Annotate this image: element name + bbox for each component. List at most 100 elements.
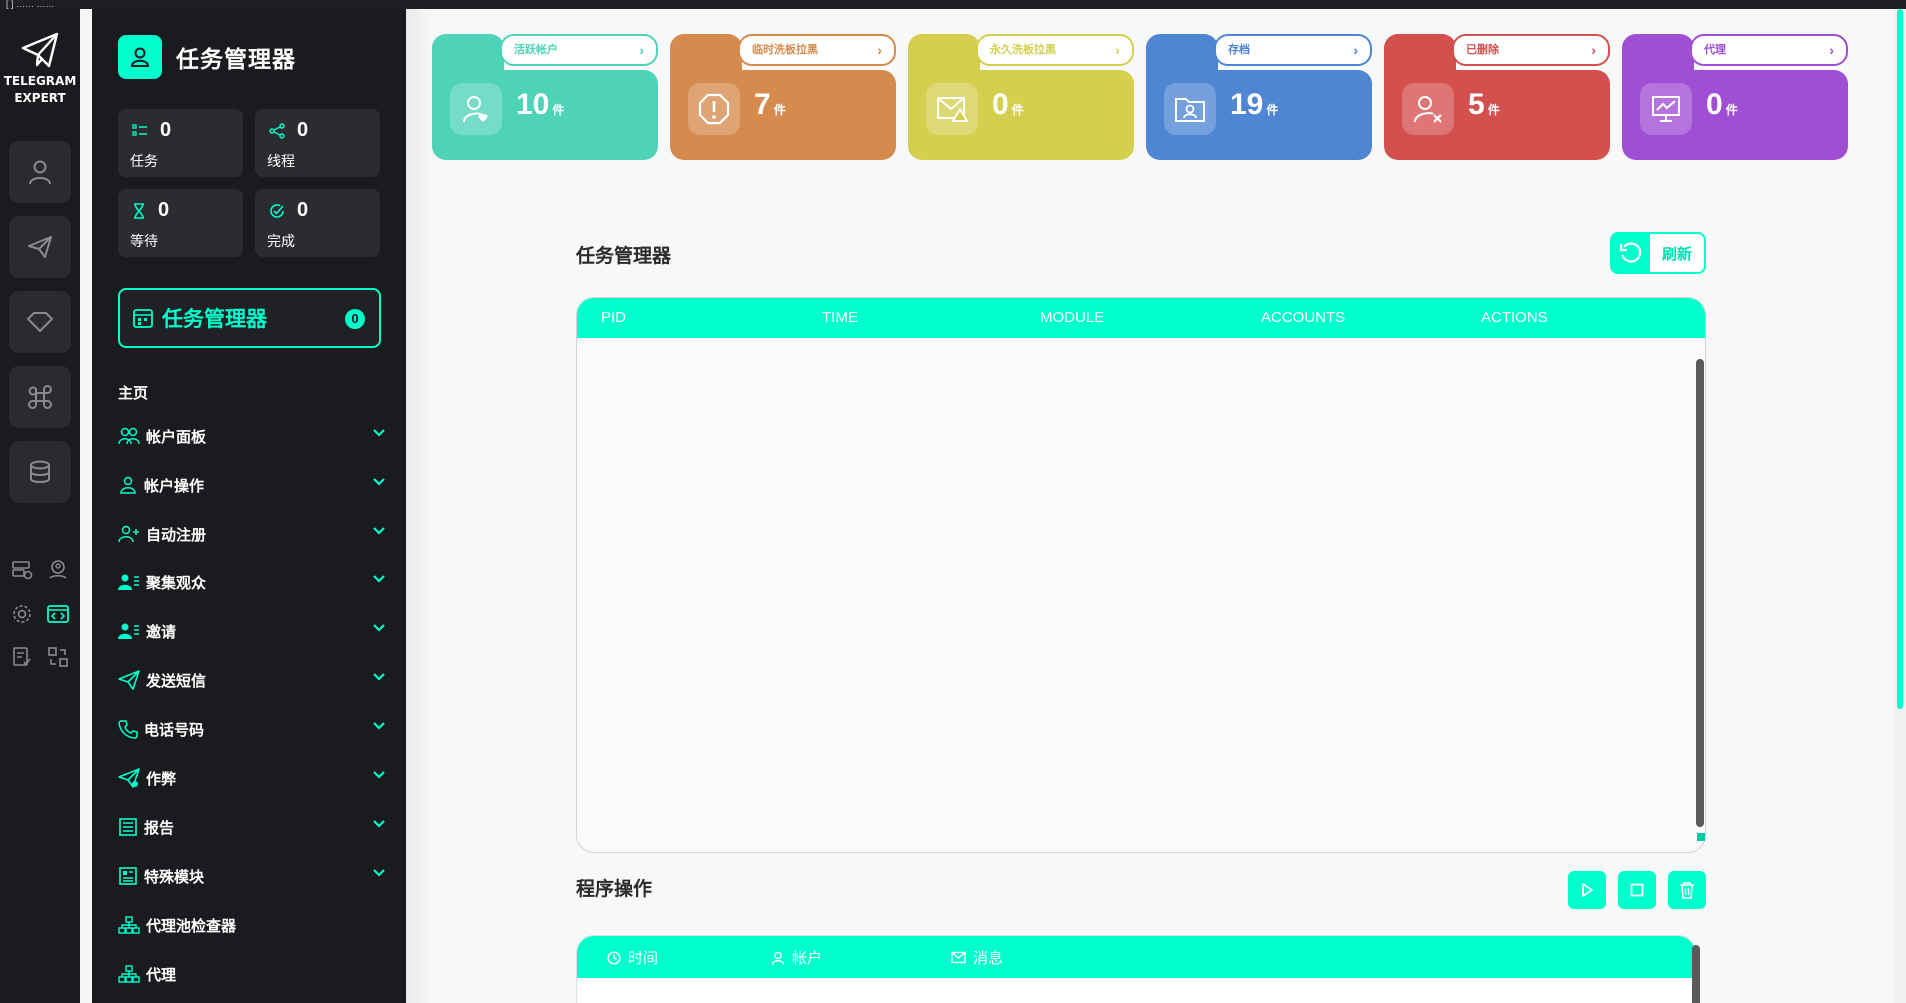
log-table-header: 时间 帐户 消息 xyxy=(577,936,1695,978)
card-label-pill[interactable]: 临时洗板拉黑 › xyxy=(738,34,896,66)
nav-item-label: 代理池检查器 xyxy=(146,917,237,935)
stat-value: 0 xyxy=(158,199,170,221)
card-deleted[interactable]: 已删除 › 5件 xyxy=(1384,34,1610,160)
card-value: 7件 xyxy=(754,88,786,121)
stop-button[interactable] xyxy=(1618,871,1656,909)
stat-label: 等待 xyxy=(130,233,158,249)
card-label-pill[interactable]: 活跃帐户 › xyxy=(500,34,658,66)
app-logo: TELEGRAM EXPERT xyxy=(0,31,80,107)
code-window-icon[interactable] xyxy=(45,601,71,627)
card-label: 存档 xyxy=(1228,44,1250,56)
nav-item-invite[interactable]: 邀请 xyxy=(118,618,386,644)
server-check-icon[interactable] xyxy=(9,557,35,583)
nav-item-send-sms[interactable]: 发送短信 xyxy=(118,667,386,693)
nav-item-cheat[interactable]: 作弊 xyxy=(118,765,386,791)
resize-handle[interactable] xyxy=(1697,833,1705,841)
rail-button-diamond[interactable] xyxy=(9,291,71,353)
stat-threads: 0 线程 xyxy=(255,109,380,177)
network-icon xyxy=(118,965,140,983)
chevron-down-icon xyxy=(373,575,385,583)
card-label-pill[interactable]: 已删除 › xyxy=(1452,34,1610,66)
sidebar: 任务管理器 0 任务 0 线程 0 等待 0 完成 任务管理器 0 主页 帐户面… xyxy=(92,9,406,1003)
card-label-pill[interactable]: 永久洗板拉黑 › xyxy=(976,34,1134,66)
report-icon xyxy=(119,818,137,836)
nav-item-auto-register[interactable]: 自动注册 xyxy=(118,521,386,547)
card-label: 已删除 xyxy=(1466,44,1499,56)
card-proxy[interactable]: 代理 › 0件 xyxy=(1622,34,1848,160)
column-header[interactable]: PID xyxy=(601,309,626,326)
calendar-icon xyxy=(133,309,153,328)
card-label: 临时洗板拉黑 xyxy=(752,44,818,56)
stat-done: 0 完成 xyxy=(255,189,380,257)
network-icon xyxy=(118,916,140,934)
column-header[interactable]: TIME xyxy=(822,309,858,326)
monitor-icon xyxy=(1640,83,1692,135)
task-table-scrollbar[interactable] xyxy=(1696,359,1704,827)
chevron-down-icon xyxy=(373,771,385,779)
card-value: 10 件 xyxy=(516,88,565,121)
card-perm-blacklist[interactable]: 永久洗板拉黑 › 0件 xyxy=(908,34,1134,160)
nav-item-account-ops[interactable]: 帐户操作 xyxy=(118,472,386,498)
column-header-account[interactable]: 帐户 xyxy=(771,947,822,968)
chevron-down-icon xyxy=(373,478,385,486)
user-location-icon[interactable] xyxy=(45,557,71,583)
chevron-down-icon xyxy=(373,429,385,437)
gear-icon[interactable] xyxy=(9,601,35,627)
card-temp-blacklist[interactable]: 临时洗板拉黑 › 7件 xyxy=(670,34,896,160)
task-count-badge: 0 xyxy=(345,309,365,329)
nav-item-label: 自动注册 xyxy=(146,526,207,544)
share-icon xyxy=(269,122,285,139)
nav-item-label: 电话号码 xyxy=(144,721,205,739)
nav-item-label: 报告 xyxy=(144,819,175,837)
card-label: 代理 xyxy=(1704,44,1726,56)
phone-icon xyxy=(118,720,138,739)
card-active-accounts[interactable]: 活跃帐户 › 10 件 xyxy=(432,34,658,160)
chevron-down-icon xyxy=(373,869,385,877)
card-archive[interactable]: 存档 › 19 件 xyxy=(1146,34,1372,160)
refresh-button[interactable]: 刷新 xyxy=(1610,232,1706,274)
doc-check-icon[interactable] xyxy=(9,644,35,670)
column-header[interactable]: ACTIONS xyxy=(1481,309,1548,326)
chevron-down-icon xyxy=(373,820,385,828)
brand-line-1: TELEGRAM xyxy=(3,74,77,88)
user-heart-icon xyxy=(450,83,502,135)
nav-item-phone-numbers[interactable]: 电话号码 xyxy=(118,716,386,742)
rail-button-send[interactable] xyxy=(9,216,71,278)
user-plus-icon xyxy=(118,525,139,543)
card-value: 0件 xyxy=(1706,88,1738,121)
nav-item-special-modules[interactable]: 特殊模块 xyxy=(118,863,386,889)
task-manager-button[interactable]: 任务管理器 0 xyxy=(118,288,381,348)
database-icon xyxy=(30,460,50,483)
rail-button-command[interactable] xyxy=(9,366,71,428)
nav-item-label: 特殊模块 xyxy=(144,868,205,886)
page-scrollbar-thumb[interactable] xyxy=(1897,9,1903,709)
refresh-label: 刷新 xyxy=(1662,245,1693,263)
sidebar-title: 任务管理器 xyxy=(176,46,296,72)
nav-item-account-panel[interactable]: 帐户面板 xyxy=(118,423,386,449)
card-label-pill[interactable]: 存档 › xyxy=(1214,34,1372,66)
column-header-message[interactable]: 消息 xyxy=(951,947,1003,968)
window-top-strip: [ ] …… …… xyxy=(0,0,1906,9)
nav-item-report[interactable]: 报告 xyxy=(118,814,386,840)
chevron-down-icon xyxy=(373,722,385,730)
column-header-time[interactable]: 时间 xyxy=(607,947,658,968)
rail-button-user[interactable] xyxy=(9,141,71,203)
nav-item-gather-audience[interactable]: 聚集观众 xyxy=(118,569,386,595)
task-table-header: PID TIME MODULE ACCOUNTS ACTIONS xyxy=(577,298,1705,338)
column-header[interactable]: ACCOUNTS xyxy=(1261,309,1345,326)
task-manager-label: 任务管理器 xyxy=(162,308,267,331)
play-button[interactable] xyxy=(1568,871,1606,909)
send-icon xyxy=(28,236,52,258)
delete-button[interactable] xyxy=(1668,871,1706,909)
window-title-text: [ ] …… …… xyxy=(6,0,55,9)
rail-button-database[interactable] xyxy=(9,441,71,503)
page-scrollbar[interactable] xyxy=(1894,9,1906,1003)
log-table-scrollbar[interactable] xyxy=(1692,945,1700,1003)
column-header[interactable]: MODULE xyxy=(1040,309,1104,326)
nav-item-proxy[interactable]: 代理 xyxy=(118,961,386,987)
alert-octagon-icon xyxy=(688,83,740,135)
nav-item-label: 作弊 xyxy=(146,770,177,788)
card-label-pill[interactable]: 代理 › xyxy=(1690,34,1848,66)
nav-item-proxy-checker[interactable]: 代理池检查器 xyxy=(118,912,386,938)
swap-icon[interactable] xyxy=(45,644,71,670)
